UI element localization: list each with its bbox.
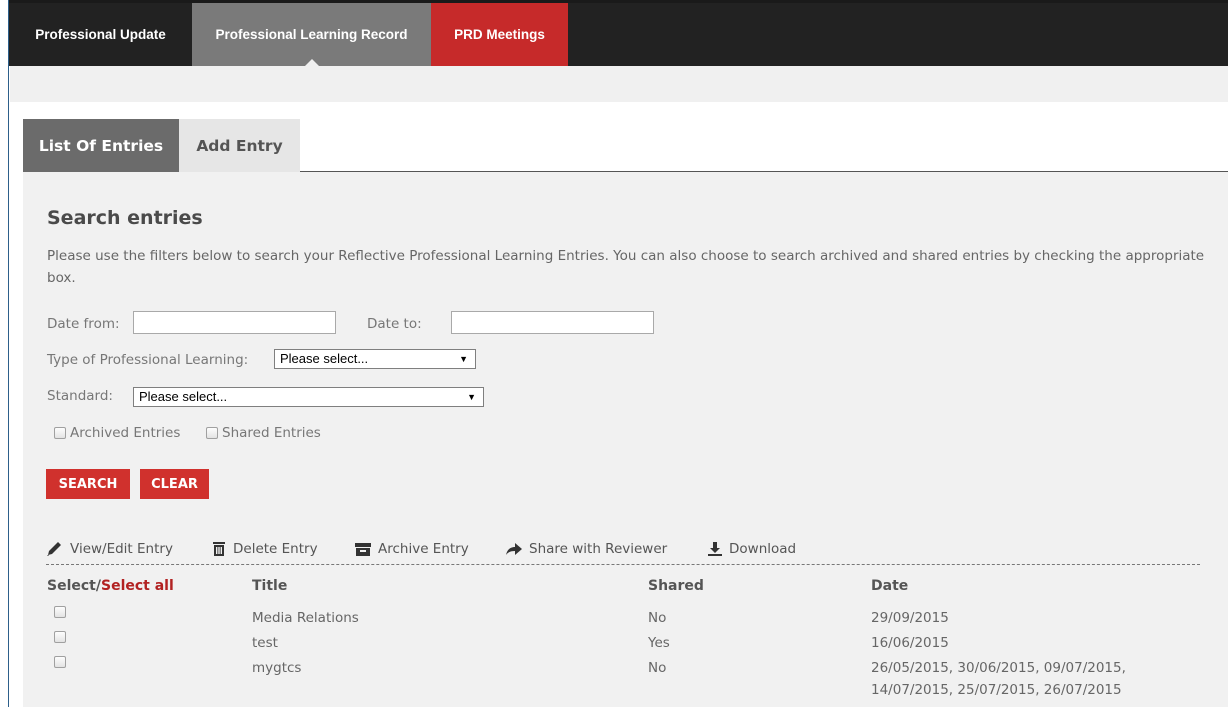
toolbar-label: Archive Entry [378,541,469,557]
type-of-learning-select[interactable]: Please select... ▼ [274,349,476,369]
row-date: 26/05/2015, 30/06/2015, 09/07/2015, [871,660,1126,676]
clear-button[interactable]: CLEAR [140,469,209,499]
row-checkbox[interactable] [54,631,66,643]
sub-tabs: List Of Entries Add Entry [23,119,1228,172]
trash-icon [211,541,227,557]
archive-entry-button[interactable]: Archive Entry [354,538,469,560]
date-to-label: Date to: [367,316,422,332]
row-checkbox[interactable] [54,606,66,618]
main-panel: List Of Entries Add Entry Search entries… [23,119,1228,707]
nav-tab-professional-learning-record[interactable]: Professional Learning Record [192,3,431,67]
row-date: 16/06/2015 [871,635,949,651]
shared-entries-checkbox[interactable] [206,427,218,439]
delete-entry-button[interactable]: Delete Entry [211,538,318,560]
window-left-border [0,0,9,707]
share-with-reviewer-button[interactable]: Share with Reviewer [505,538,667,560]
standard-label: Standard: [47,388,113,404]
header-band [10,66,1228,102]
nav-tab-label: PRD Meetings [454,27,545,42]
tab-label: Add Entry [196,136,283,155]
dropdown-arrow-icon: ▼ [459,354,468,364]
row-checkbox[interactable] [54,656,66,668]
pencil-icon [46,541,64,557]
download-icon [707,541,723,557]
column-header-shared: Shared [648,578,704,594]
table-divider [46,564,1200,565]
tab-label: List Of Entries [38,136,164,155]
nav-tab-prd-meetings[interactable]: PRD Meetings [431,3,568,66]
type-of-learning-label: Type of Professional Learning: [47,352,249,368]
row-shared: No [648,660,667,676]
view-edit-entry-button[interactable]: View/Edit Entry [46,538,173,560]
nav-tab-professional-update[interactable]: Professional Update [9,3,192,66]
toolbar-label: Share with Reviewer [529,541,668,557]
select-value: Please select... [280,351,369,366]
select-value: Please select... [139,389,228,404]
shared-entries-label: Shared Entries [222,425,321,441]
toolbar-label: Download [729,541,797,557]
top-navigation: Professional Update Professional Learnin… [9,0,1228,67]
search-button[interactable]: SEARCH [46,469,130,499]
tab-list-of-entries[interactable]: List Of Entries [23,119,179,172]
column-header-date: Date [871,578,909,594]
row-title: test [252,635,278,651]
row-shared: Yes [648,635,670,651]
toolbar-label: View/Edit Entry [70,541,173,557]
row-shared: No [648,610,667,626]
tab-add-entry[interactable]: Add Entry [179,119,300,172]
toolbar-label: Delete Entry [233,541,318,557]
standard-select[interactable]: Please select... ▼ [133,387,484,407]
row-date-continued: 14/07/2015, 25/07/2015, 26/07/2015 [871,682,1122,698]
share-arrow-icon [505,541,523,557]
row-title: Media Relations [252,610,359,626]
select-all-link[interactable]: Select all [101,578,174,594]
row-title: mygtcs [252,660,302,676]
download-button[interactable]: Download [707,538,796,560]
date-from-input[interactable] [133,311,336,334]
nav-tab-label: Professional Learning Record [215,27,408,42]
nav-tab-label: Professional Update [35,27,166,42]
column-header-title: Title [252,578,288,594]
row-date: 29/09/2015 [871,610,949,626]
date-to-input[interactable] [451,311,654,334]
search-heading: Search entries [47,207,203,229]
select-header-text: Select/ [47,578,101,594]
search-intro-text: Please use the filters below to search y… [47,248,1205,286]
archive-box-icon [354,541,372,557]
date-from-label: Date from: [47,316,120,332]
archived-entries-checkbox[interactable] [54,427,66,439]
dropdown-arrow-icon: ▼ [467,392,476,402]
column-header-select: Select/Select all [47,578,174,594]
archived-entries-label: Archived Entries [70,425,181,441]
